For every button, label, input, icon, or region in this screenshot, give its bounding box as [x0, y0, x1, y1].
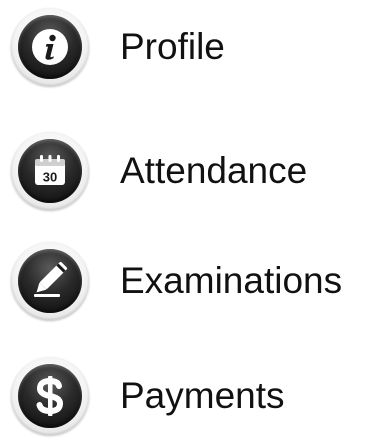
menu-item-attendance[interactable]: 30 Attendance — [11, 131, 386, 211]
menu-item-examinations[interactable]: Examinations — [11, 241, 386, 321]
dollar-icon — [11, 357, 89, 435]
menu-item-label: Profile — [120, 26, 225, 67]
calendar-icon: 30 — [11, 132, 89, 210]
pencil-icon — [11, 242, 89, 320]
main-menu: Profile 30 Attendance Examinations Payme… — [0, 0, 391, 444]
info-icon — [11, 8, 89, 86]
calendar-day-text: 30 — [43, 170, 57, 185]
menu-item-label: Examinations — [120, 260, 343, 301]
menu-item-payments[interactable]: Payments — [11, 356, 386, 436]
menu-item-label: Payments — [120, 375, 285, 416]
menu-item-profile[interactable]: Profile — [11, 7, 386, 87]
menu-item-label: Attendance — [120, 150, 308, 191]
